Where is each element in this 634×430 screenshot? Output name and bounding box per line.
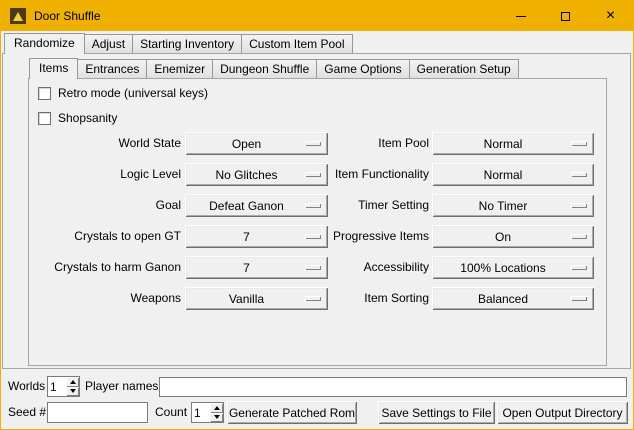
dropdown-indicator-icon — [571, 296, 587, 301]
retro-mode-checkbox[interactable] — [38, 87, 51, 100]
worlds-input[interactable] — [48, 377, 66, 396]
shopsanity-label: Shopsanity — [58, 111, 117, 126]
tab-game-options[interactable]: Game Options — [316, 59, 409, 78]
item-pool-label: Item Pool — [301, 132, 429, 155]
count-label: Count — [155, 401, 187, 424]
tab-enemizer[interactable]: Enemizer — [146, 59, 213, 78]
item-pool-dropdown[interactable]: Normal — [432, 132, 594, 155]
open-output-directory-button[interactable]: Open Output Directory — [497, 401, 628, 424]
generate-patched-rom-button[interactable]: Generate Patched Rom — [227, 401, 357, 424]
item-functionality-label: Item Functionality — [301, 163, 429, 186]
retro-mode-row: Retro mode (universal keys) — [38, 86, 208, 101]
world-state-value: Open — [232, 137, 261, 151]
logic-level-value: No Glitches — [215, 168, 277, 182]
crystals-open-gt-value: 7 — [243, 230, 250, 244]
dropdown-indicator-icon — [571, 234, 587, 239]
world-state-label: World State — [28, 132, 181, 155]
tab-custom-item-pool[interactable]: Custom Item Pool — [241, 34, 352, 53]
progressive-items-value: On — [495, 230, 511, 244]
weapons-value: Vanilla — [229, 292, 264, 306]
triforce-icon — [13, 12, 23, 21]
tab-starting-inventory[interactable]: Starting Inventory — [132, 34, 242, 53]
window-title: Door Shuffle — [34, 9, 101, 23]
down-arrow-icon — [214, 415, 220, 419]
accessibility-dropdown[interactable]: 100% Locations — [432, 256, 594, 279]
worlds-label: Worlds — [8, 376, 45, 397]
seed-label: Seed # — [8, 401, 46, 424]
tab-randomize[interactable]: Randomize — [4, 33, 85, 54]
worlds-spinner-up[interactable] — [66, 377, 79, 387]
player-names-label: Player names — [85, 376, 158, 397]
count-spinner[interactable] — [191, 402, 224, 423]
dropdown-indicator-icon — [571, 172, 587, 177]
worlds-spinner-arrows — [66, 377, 79, 396]
timer-setting-dropdown[interactable]: No Timer — [432, 194, 594, 217]
window: Door Shuffle × Randomize Adjust Starting… — [0, 0, 634, 430]
close-icon: × — [606, 8, 615, 24]
crystals-harm-ganon-label: Crystals to harm Ganon — [28, 256, 181, 279]
timer-setting-label: Timer Setting — [301, 194, 429, 217]
item-sorting-label: Item Sorting — [301, 287, 429, 310]
shopsanity-checkbox[interactable] — [38, 112, 51, 125]
player-names-input[interactable] — [159, 377, 627, 397]
minimize-icon — [516, 16, 526, 17]
crystals-open-gt-label: Crystals to open GT — [28, 225, 181, 248]
item-pool-value: Normal — [484, 137, 523, 151]
count-spinner-down[interactable] — [210, 413, 223, 423]
retro-mode-label: Retro mode (universal keys) — [58, 86, 208, 101]
count-spinner-up[interactable] — [210, 403, 223, 413]
goal-value: Defeat Ganon — [209, 199, 284, 213]
worlds-spinner-down[interactable] — [66, 387, 79, 397]
dropdown-indicator-icon — [571, 141, 587, 146]
worlds-spinner[interactable] — [47, 376, 80, 397]
down-arrow-icon — [70, 389, 76, 393]
close-button[interactable]: × — [588, 1, 633, 31]
weapons-label: Weapons — [28, 287, 181, 310]
tab-adjust[interactable]: Adjust — [84, 34, 133, 53]
crystals-harm-ganon-value: 7 — [243, 261, 250, 275]
seed-input[interactable] — [47, 402, 148, 423]
dropdown-indicator-icon — [571, 203, 587, 208]
titlebar[interactable]: Door Shuffle × — [1, 1, 633, 31]
maximize-button[interactable] — [543, 1, 588, 31]
accessibility-value: 100% Locations — [460, 261, 545, 275]
client-area: Randomize Adjust Starting Inventory Cust… — [1, 31, 633, 429]
progressive-items-dropdown[interactable]: On — [432, 225, 594, 248]
maximize-icon — [561, 12, 570, 21]
logic-level-label: Logic Level — [28, 163, 181, 186]
up-arrow-icon — [214, 406, 220, 410]
tab-dungeon-shuffle[interactable]: Dungeon Shuffle — [212, 59, 317, 78]
item-sorting-dropdown[interactable]: Balanced — [432, 287, 594, 310]
save-settings-button[interactable]: Save Settings to File — [378, 401, 495, 424]
item-sorting-value: Balanced — [478, 292, 528, 306]
count-input[interactable] — [192, 403, 210, 422]
app-icon — [10, 8, 26, 24]
accessibility-label: Accessibility — [301, 256, 429, 279]
minimize-button[interactable] — [498, 1, 543, 31]
dropdown-indicator-icon — [571, 265, 587, 270]
count-spinner-arrows — [210, 403, 223, 422]
tab-generation-setup[interactable]: Generation Setup — [409, 59, 519, 78]
caption-buttons: × — [498, 1, 633, 31]
inner-tab-bar: Items Entrances Enemizer Dungeon Shuffle… — [29, 58, 519, 79]
timer-setting-value: No Timer — [479, 199, 528, 213]
tab-entrances[interactable]: Entrances — [77, 59, 147, 78]
outer-tab-bar: Randomize Adjust Starting Inventory Cust… — [4, 33, 353, 54]
item-functionality-value: Normal — [484, 168, 523, 182]
shopsanity-row: Shopsanity — [38, 111, 117, 126]
item-functionality-dropdown[interactable]: Normal — [432, 163, 594, 186]
progressive-items-label: Progressive Items — [301, 225, 429, 248]
goal-label: Goal — [28, 194, 181, 217]
tab-items[interactable]: Items — [29, 58, 78, 79]
up-arrow-icon — [70, 380, 76, 384]
